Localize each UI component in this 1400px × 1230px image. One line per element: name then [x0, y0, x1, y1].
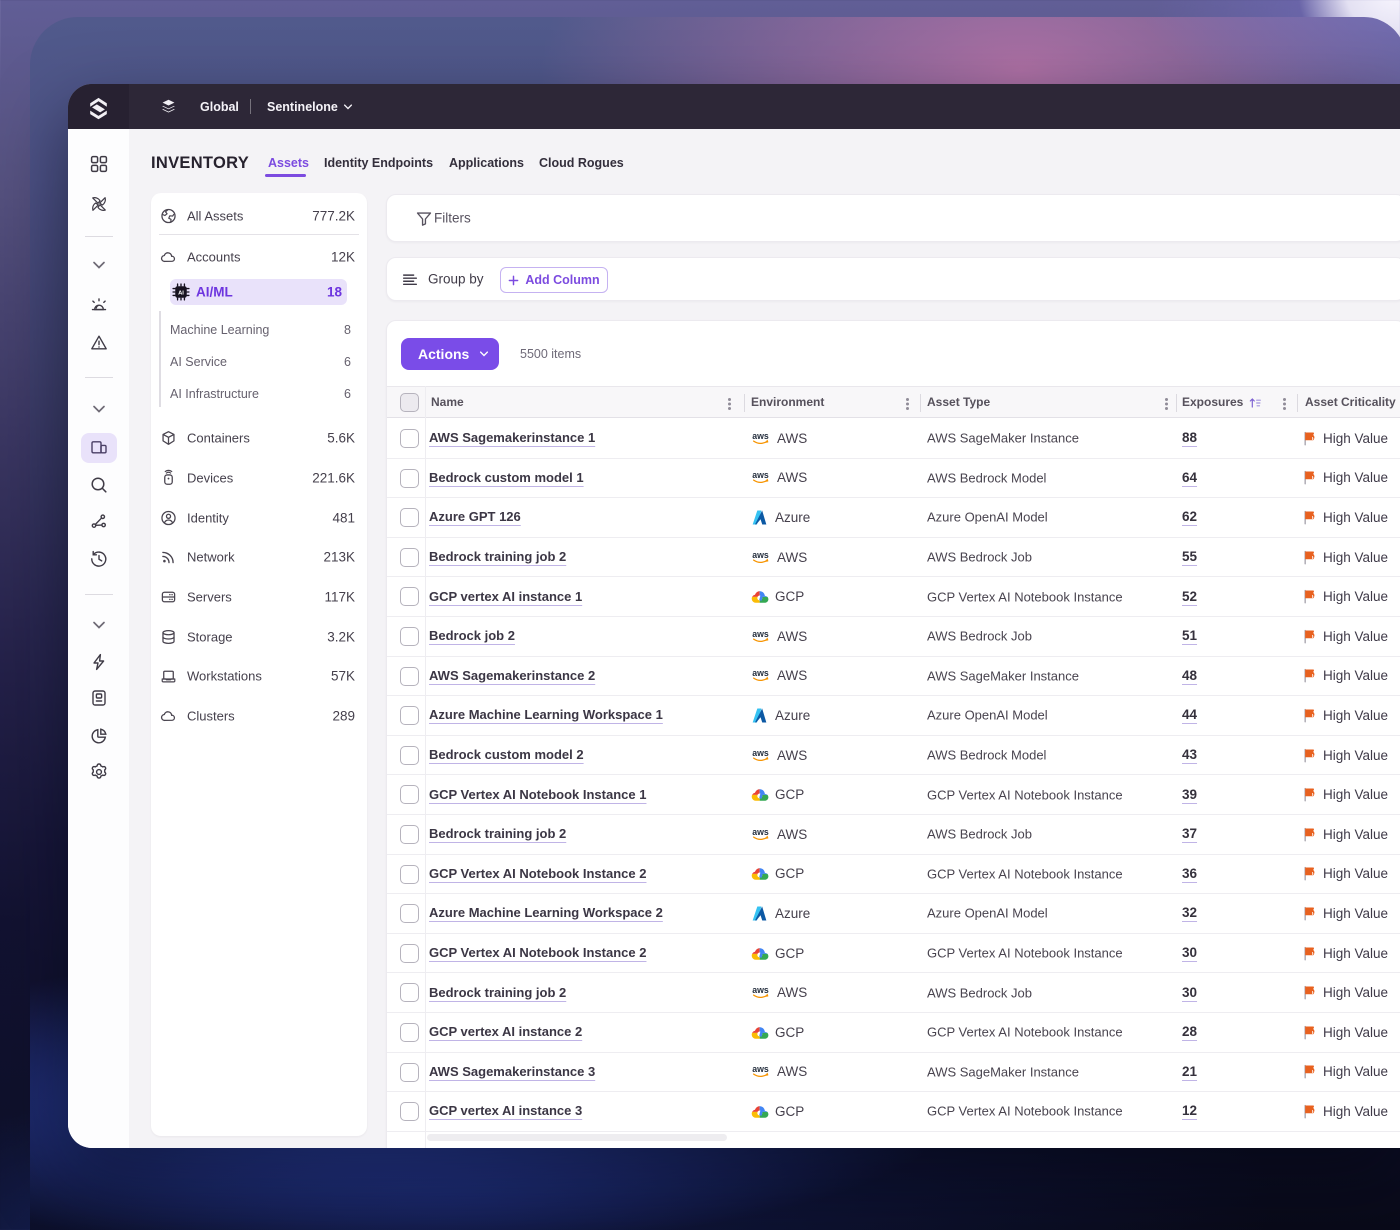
svg-text:AI: AI — [178, 290, 184, 296]
svg-text:aws: aws — [752, 985, 769, 995]
svg-text:aws: aws — [752, 668, 769, 678]
svg-text:aws: aws — [752, 431, 769, 441]
svg-text:aws: aws — [752, 629, 769, 639]
svg-text:aws: aws — [752, 1064, 769, 1074]
svg-text:aws: aws — [752, 550, 769, 560]
svg-text:aws: aws — [752, 827, 769, 837]
svg-text:aws: aws — [752, 470, 769, 480]
svg-text:aws: aws — [752, 747, 769, 757]
